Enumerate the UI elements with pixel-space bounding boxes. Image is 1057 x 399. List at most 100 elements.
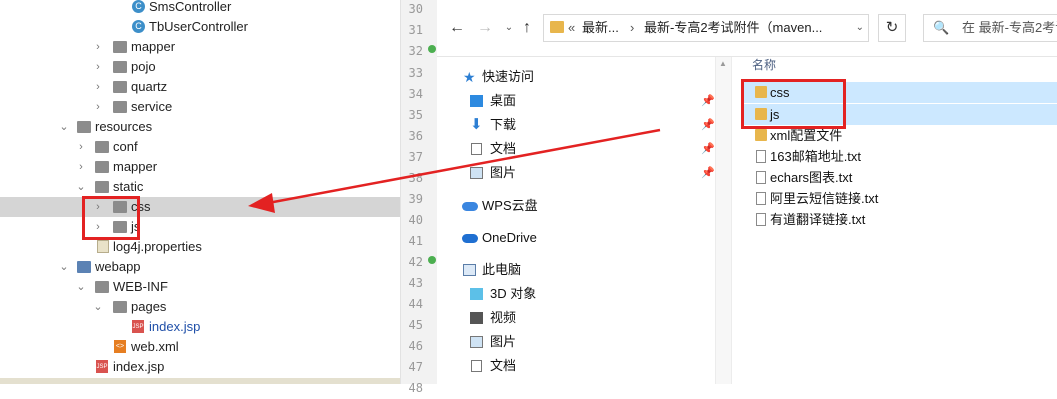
recent-dropdown-icon[interactable]: ⌄ (499, 18, 519, 38)
chevron-right-icon[interactable]: › (92, 57, 104, 77)
folder-icon (95, 141, 109, 153)
text-file-icon (756, 171, 766, 184)
tree-bottom-strip (0, 378, 400, 384)
line-number: 43 (408, 276, 423, 290)
document-icon (471, 360, 482, 372)
chevron-down-icon[interactable]: ⌄ (75, 177, 87, 197)
tree-item[interactable]: › quartz (0, 77, 400, 97)
tree-item[interactable]: C TbUserController (0, 17, 400, 37)
breadcrumb-item[interactable]: 最新-专高2考试附件（maven... (644, 15, 822, 41)
line-number: 46 (408, 339, 423, 353)
navigation-pane: ★ 快速访问 桌面 📌 ⬇ 下载 📌 文档 📌 图片 📌 WPS云盘 OneDr… (437, 57, 715, 384)
nav-item-quick-access[interactable]: ★ 快速访问 (437, 65, 715, 89)
file-explorer-window: ← → ⌄ ↑ « 最新... › 最新-专高2考试附件（maven... ⌄ … (437, 0, 1057, 384)
computer-icon (463, 264, 476, 276)
search-input[interactable]: 🔍 在 最新-专高2考试附件 (923, 14, 1057, 42)
nav-item-documents[interactable]: 文档 (437, 354, 715, 378)
file-row[interactable]: echars图表.txt (743, 167, 1057, 188)
pin-icon[interactable]: 📌 (701, 89, 715, 113)
breadcrumb-overflow[interactable]: « (568, 15, 575, 41)
tree-item[interactable]: <> web.xml (0, 337, 400, 357)
breadcrumb-separator[interactable]: › (630, 15, 634, 41)
line-number: 47 (408, 360, 423, 374)
tree-item[interactable]: JSP index.jsp (0, 357, 400, 377)
chevron-down-icon[interactable]: ⌄ (75, 277, 87, 297)
nav-item-pictures[interactable]: 图片 (437, 330, 715, 354)
chevron-right-icon[interactable]: › (92, 97, 104, 117)
tree-item[interactable]: ⌄ pages (0, 297, 400, 317)
properties-file-icon (97, 240, 109, 253)
chevron-down-icon[interactable]: ⌄ (58, 117, 70, 137)
nav-pane-scrollbar[interactable]: ▲ (715, 57, 732, 384)
pin-icon[interactable]: 📌 (701, 161, 715, 185)
refresh-button[interactable]: ↻ (878, 14, 906, 42)
nav-item-videos[interactable]: 视频 (437, 306, 715, 330)
line-number: 33 (408, 66, 423, 80)
tree-item[interactable]: C SmsController (0, 0, 400, 17)
xml-file-icon: <> (114, 340, 126, 353)
breadcrumb-item[interactable]: 最新... (582, 15, 619, 41)
line-number: 44 (408, 297, 423, 311)
cloud-icon (462, 202, 478, 211)
chevron-right-icon[interactable]: › (75, 157, 87, 177)
chevron-right-icon[interactable]: › (92, 77, 104, 97)
pin-icon[interactable]: 📌 (701, 113, 715, 137)
desktop-icon (470, 95, 483, 107)
search-placeholder: 在 最新-专高2考试附件 (962, 20, 1057, 35)
tree-item[interactable]: › conf (0, 137, 400, 157)
nav-item-wps-cloud[interactable]: WPS云盘 (437, 194, 715, 218)
tree-item[interactable]: › mapper (0, 37, 400, 57)
line-number: 32 (408, 44, 423, 58)
nav-item-desktop[interactable]: 桌面 📌 (437, 89, 715, 113)
file-row[interactable]: 阿里云短信链接.txt (743, 188, 1057, 209)
tree-item[interactable]: ⌄ resources (0, 117, 400, 137)
tree-item[interactable]: ⌄ WEB-INF (0, 277, 400, 297)
tree-item[interactable]: › pojo (0, 57, 400, 77)
scroll-up-icon[interactable]: ▲ (719, 59, 727, 68)
nav-item-this-pc[interactable]: 此电脑 (437, 258, 715, 282)
back-button[interactable]: ← (447, 18, 467, 38)
project-tree: C SmsController C TbUserController › map… (0, 0, 400, 384)
nav-item-onedrive[interactable]: OneDrive (437, 226, 715, 250)
nav-item-downloads[interactable]: ⬇ 下载 📌 (437, 113, 715, 137)
line-number: 36 (408, 129, 423, 143)
chevron-right-icon[interactable]: › (75, 137, 87, 157)
gutter-marker-icon[interactable] (428, 45, 436, 53)
document-icon (471, 143, 482, 155)
onedrive-icon (462, 234, 478, 243)
tree-item[interactable]: › js (0, 217, 400, 237)
tree-item[interactable]: › service (0, 97, 400, 117)
nav-item-documents[interactable]: 文档 📌 (437, 137, 715, 161)
column-header-name[interactable]: 名称 (752, 57, 776, 73)
folder-icon (95, 161, 109, 173)
gutter-marker-icon[interactable] (428, 256, 436, 264)
nav-item-pictures[interactable]: 图片 📌 (437, 161, 715, 185)
download-icon: ⬇ (470, 116, 483, 133)
cube-icon (470, 288, 483, 300)
editor-gutter: 30 31 32 33 34 35 36 37 38 39 40 41 42 4… (400, 0, 438, 395)
line-number: 39 (408, 192, 423, 206)
chevron-right-icon[interactable]: › (92, 37, 104, 57)
jsp-file-icon: JSP (96, 360, 108, 373)
file-row[interactable]: 有道翻译链接.txt (743, 209, 1057, 230)
tree-item-selected[interactable]: › css (0, 197, 400, 217)
pin-icon[interactable]: 📌 (701, 137, 715, 161)
tree-item[interactable]: JSP index.jsp (0, 317, 400, 337)
chevron-down-icon[interactable]: ⌄ (58, 257, 70, 277)
address-bar[interactable]: « 最新... › 最新-专高2考试附件（maven... ⌄ (543, 14, 869, 42)
tree-item[interactable]: log4j.properties (0, 237, 400, 257)
package-folder-icon (113, 61, 127, 73)
line-number: 31 (408, 23, 423, 37)
file-row[interactable]: 163邮箱地址.txt (743, 146, 1057, 167)
folder-icon (95, 281, 109, 293)
chevron-down-icon[interactable]: ⌄ (856, 15, 864, 41)
tree-item[interactable]: ⌄ static (0, 177, 400, 197)
tree-item[interactable]: › mapper (0, 157, 400, 177)
nav-item-3d-objects[interactable]: 3D 对象 (437, 282, 715, 306)
line-number: 37 (408, 150, 423, 164)
up-button[interactable]: ↑ (517, 18, 537, 38)
forward-button[interactable]: → (475, 18, 495, 38)
line-number: 35 (408, 108, 423, 122)
tree-item[interactable]: ⌄ webapp (0, 257, 400, 277)
chevron-down-icon[interactable]: ⌄ (92, 297, 104, 317)
